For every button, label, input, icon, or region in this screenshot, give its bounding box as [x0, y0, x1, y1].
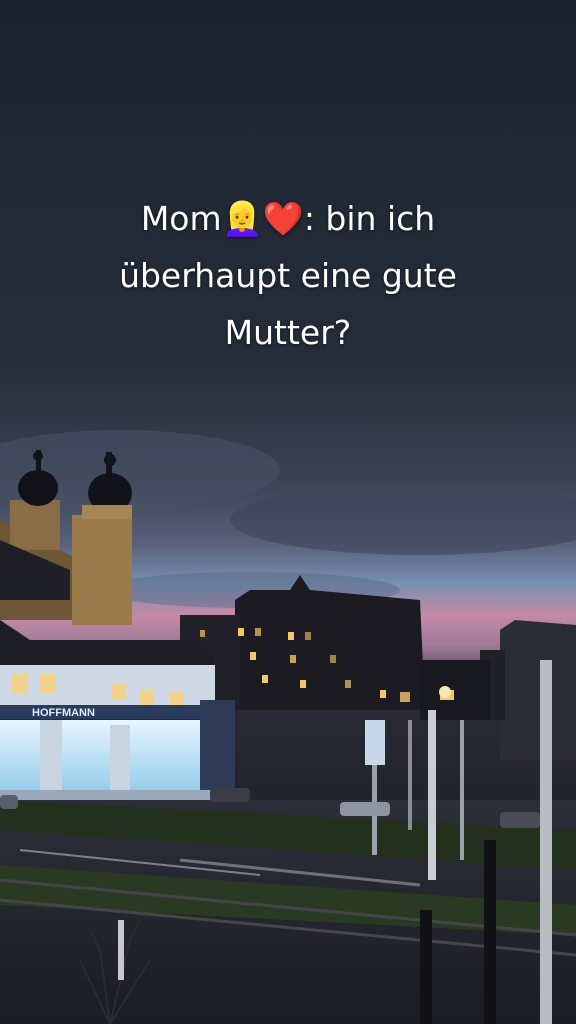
caption-line-1-suffix: : bin ich: [303, 199, 436, 238]
caption-mom-text: Mom: [140, 199, 222, 238]
video-caption: Mom👱‍♀️❤️: bin ich überhaupt eine gute M…: [60, 190, 516, 361]
caption-line-2: überhaupt eine gute: [119, 256, 457, 295]
blonde-woman-emoji-icon: 👱‍♀️: [221, 199, 263, 238]
storefront-sign: HOFFMANN: [32, 707, 95, 719]
caption-line-3: Mutter?: [224, 313, 352, 352]
caption-line-1: Mom👱‍♀️❤️: bin ich: [60, 190, 516, 247]
night-city-photo: HOFFMANN: [0, 0, 576, 1024]
red-heart-emoji-icon: ❤️: [262, 199, 304, 238]
